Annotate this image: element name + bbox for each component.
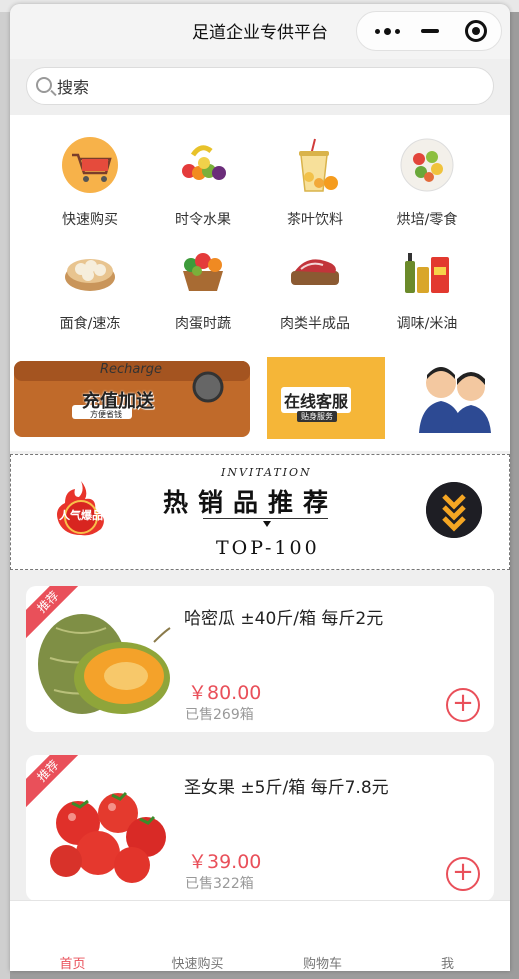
product-card[interactable]: 推荐 哈密瓜 ±40斤/箱 每斤2元 ￥80.00 已售269箱 +	[26, 586, 494, 732]
search-icon	[36, 77, 52, 93]
product-price: ￥80.00	[188, 682, 262, 704]
popular-badge-text: 人气爆品	[59, 509, 103, 522]
product-sold-count: 已售269箱	[185, 707, 254, 723]
search-box[interactable]	[26, 67, 494, 105]
divider	[203, 518, 328, 519]
more-button[interactable]	[363, 12, 411, 50]
mini-program-window: 足道企业专供平台 快速	[10, 4, 510, 971]
category-label: 调味/米油	[396, 316, 458, 332]
category-item-meat-egg-veg[interactable]: 肉蛋时蔬	[148, 223, 258, 332]
category-item-fruit[interactable]: 时令水果	[148, 119, 258, 228]
hami-melon-image	[38, 614, 171, 714]
condiment-bottles-icon	[405, 253, 449, 293]
tab-cart[interactable]: 购物车	[260, 953, 385, 971]
minimize-icon	[421, 29, 439, 33]
recharge-sub: 方便省钱	[90, 410, 122, 419]
close-button[interactable]	[452, 12, 500, 50]
bottom-tab-bar: 首页 快速购买 购物车 我	[10, 900, 510, 971]
hot-subtitle: TOP-100	[216, 537, 320, 559]
nav-header: 足道企业专供平台	[10, 4, 510, 59]
promo-banners: Recharge 充值加送 方便省钱 在线客服 贴身服务	[10, 355, 510, 451]
add-to-cart-button[interactable]: +	[446, 688, 480, 722]
raw-meat-icon	[291, 259, 339, 285]
category-label: 肉蛋时蔬	[175, 316, 231, 332]
more-dots-icon	[374, 27, 400, 35]
category-item-meat-semi-finished[interactable]: 肉类半成品	[260, 223, 370, 332]
invitation-label: INVITATION	[221, 466, 312, 479]
minimize-button[interactable]	[406, 12, 454, 50]
recharge-banner[interactable]: Recharge 充值加送 方便省钱	[12, 357, 252, 439]
category-grid: 快速购买 时令水果 茶叶饮料 烘培/零食 面食/速冻 肉蛋时蔬 肉类半成品 调味…	[10, 115, 510, 355]
product-price: ￥39.00	[188, 851, 262, 873]
shopping-cart-icon	[62, 137, 118, 193]
hot-recommend-banner[interactable]: 人气爆品 INVITATION 热销品推荐 TOP-100	[10, 454, 510, 570]
service-title: 在线客服	[281, 387, 352, 413]
add-to-cart-button[interactable]: +	[446, 857, 480, 891]
search-bar	[10, 59, 510, 115]
bubble-tea-icon	[299, 138, 338, 192]
tab-quick-buy[interactable]: 快速购买	[135, 953, 260, 971]
customer-service-banner[interactable]	[405, 357, 505, 439]
service-sub: 贴身服务	[297, 411, 337, 422]
product-name: 圣女果 ±5斤/箱 每斤7.8元	[184, 778, 389, 798]
page-title: 足道企业专供平台	[192, 23, 328, 43]
vegetable-basket-icon	[183, 253, 223, 291]
cherry-tomato-image	[50, 791, 166, 883]
category-label: 面食/速冻	[59, 316, 121, 332]
category-item-quick-buy[interactable]: 快速购买	[35, 119, 145, 228]
product-sold-count: 已售322箱	[185, 876, 254, 892]
triangle-marker-icon	[263, 521, 271, 527]
target-circle-icon	[465, 20, 487, 42]
customer-service-avatars-icon	[419, 367, 491, 433]
salad-bowl-icon	[400, 138, 454, 192]
hot-title: 热销品推荐	[163, 488, 339, 517]
tab-me[interactable]: 我	[385, 953, 510, 971]
category-item-tea-drinks[interactable]: 茶叶饮料	[260, 119, 370, 228]
plus-icon: +	[452, 688, 474, 718]
category-item-bakery-snacks[interactable]: 烘培/零食	[372, 119, 482, 228]
category-label: 肉类半成品	[280, 316, 350, 332]
dumpling-steamer-icon	[65, 259, 115, 291]
fruit-icon	[182, 145, 226, 180]
plus-icon: +	[452, 857, 474, 887]
category-item-noodles-frozen[interactable]: 面食/速冻	[35, 223, 145, 332]
popular-flame-badge-icon	[57, 481, 104, 536]
category-item-seasoning-rice-oil[interactable]: 调味/米油	[372, 223, 482, 332]
capsule-menu	[356, 11, 502, 51]
product-name: 哈密瓜 ±40斤/箱 每斤2元	[184, 609, 384, 629]
online-service-banner[interactable]: 在线客服 贴身服务	[267, 357, 385, 439]
recharge-en-label: Recharge	[100, 362, 162, 377]
product-card[interactable]: 推荐 圣女果 ±5斤/箱 每斤7.8元 ￥39.00 已售322箱 +	[26, 755, 494, 901]
product-list: 推荐 哈密瓜 ±40斤/箱 每斤2元 ￥80.00 已售269箱 + 推荐 圣女…	[10, 570, 510, 901]
browser-side-background	[0, 12, 10, 979]
search-input[interactable]	[57, 76, 457, 98]
tab-home[interactable]: 首页	[10, 953, 135, 971]
double-chevron-down-icon[interactable]	[426, 482, 482, 538]
